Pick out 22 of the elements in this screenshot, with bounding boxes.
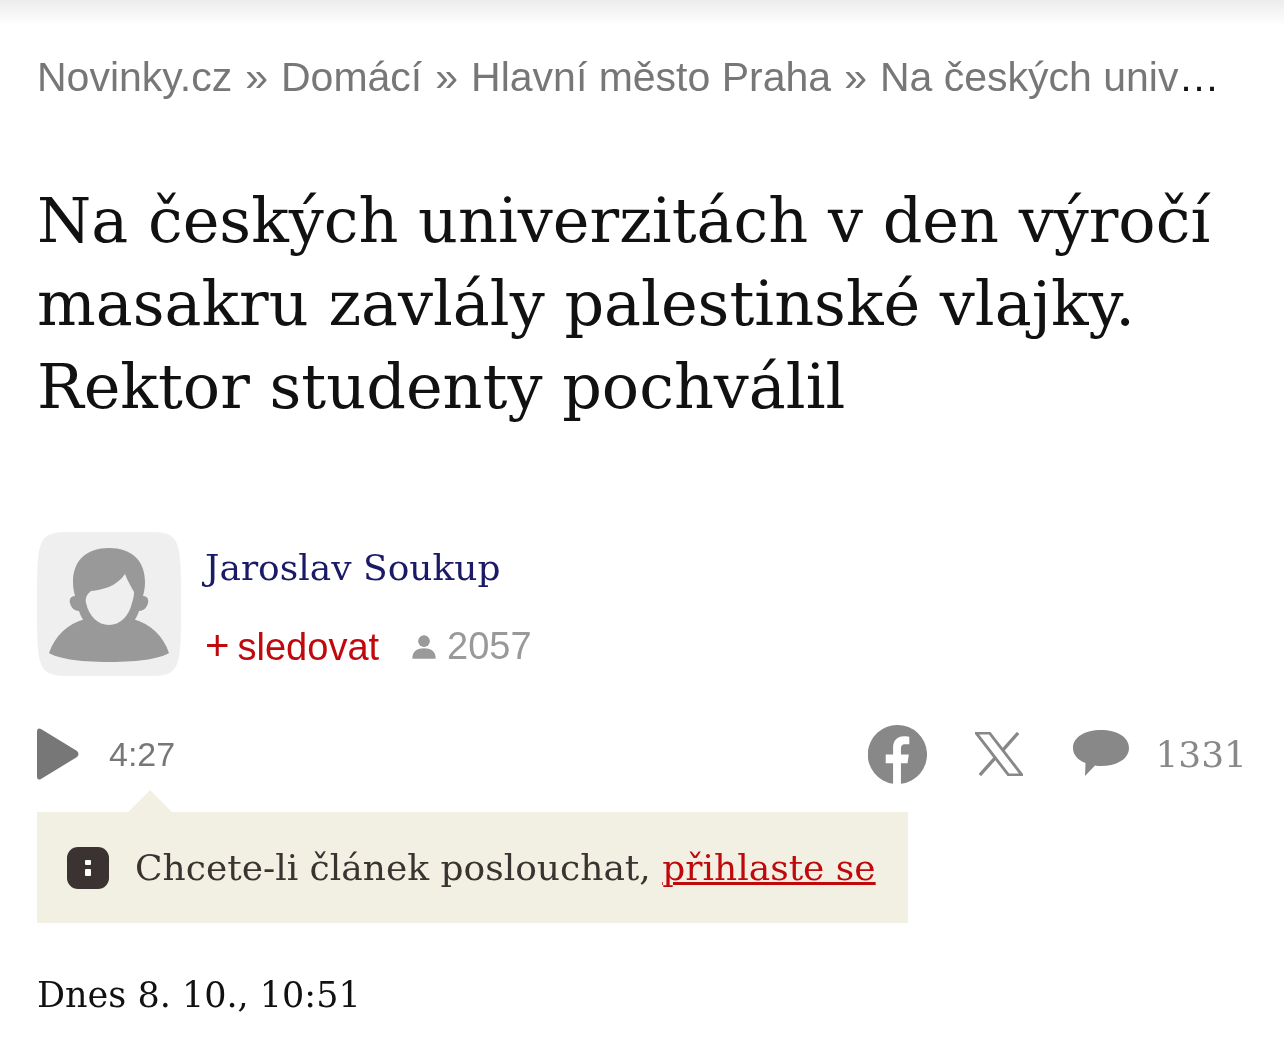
avatar-icon <box>37 532 181 676</box>
article-headline: Na českých univerzitách v den výročí masakru zavlály palestinské vlajky. Rektor studenty pochválil <box>37 183 1212 425</box>
info-icon <box>67 846 109 889</box>
facebook-icon[interactable] <box>868 724 928 784</box>
breadcrumb-link[interactable]: Novinky.cz <box>37 53 233 101</box>
breadcrumb-separator: » <box>844 53 867 101</box>
person-icon <box>411 633 438 660</box>
publish-date: Dnes 8. 10., 10:51 <box>37 975 361 1015</box>
breadcrumb-current: Na českých univ… <box>879 53 1220 101</box>
play-icon[interactable] <box>37 727 79 781</box>
breadcrumb-link[interactable]: Hlavní město Praha <box>471 53 832 101</box>
follow-button[interactable]: + sledovat <box>205 624 380 669</box>
comments-link[interactable]: 1331 <box>1073 730 1247 778</box>
follower-count: 2057 <box>447 625 532 668</box>
x-logo-icon[interactable] <box>975 732 1024 776</box>
breadcrumb-separator: » <box>245 53 268 101</box>
audio-duration: 4:27 <box>109 734 176 774</box>
speech-bubble-icon <box>1073 730 1130 778</box>
breadcrumb-separator: » <box>435 53 459 101</box>
breadcrumb-link[interactable]: Domácí <box>281 53 423 101</box>
notice-text: Chcete-li článek poslouchat, přihlaste se <box>135 847 876 888</box>
login-link[interactable]: přihlaste se <box>662 847 876 888</box>
